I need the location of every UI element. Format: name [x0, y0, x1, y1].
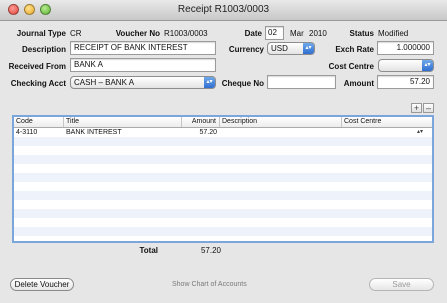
voucher-no-label: Voucher No [115, 29, 160, 38]
cheque-no-label: Cheque No [221, 79, 264, 88]
amount-field[interactable]: 57.20 [377, 75, 434, 89]
row-title: BANK INTEREST [66, 129, 122, 136]
row-code: 4-3110 [16, 129, 38, 136]
date-label: Date [244, 29, 262, 38]
show-chart-of-accounts-link[interactable]: Show Chart of Accounts [172, 281, 247, 288]
date-year: 2010 [309, 29, 327, 38]
table-row-empty [14, 155, 432, 164]
table-row-empty [14, 218, 432, 227]
cost-centre-popup[interactable]: ▴▾ [378, 59, 434, 72]
add-row-button[interactable]: + [411, 103, 422, 113]
table-header: Code Title Amount Description Cost Centr… [14, 117, 432, 128]
received-from-field[interactable]: BANK A [70, 58, 216, 72]
cheque-no-field[interactable] [267, 75, 336, 89]
description-label: Description [21, 45, 66, 54]
currency-value: USD [271, 44, 288, 53]
delete-voucher-button[interactable]: Delete Voucher [10, 278, 74, 291]
date-day-field[interactable]: 02 [265, 26, 284, 40]
received-from-label: Received From [8, 62, 66, 71]
journal-type-value: CR [70, 29, 82, 38]
table-row-empty [14, 209, 432, 218]
column-header-cost-centre[interactable]: Cost Centre [342, 117, 432, 127]
up-down-arrows-icon[interactable]: ▴▾ [417, 128, 423, 137]
table-row-empty [14, 227, 432, 236]
checking-acct-label: Checking Acct [10, 79, 66, 88]
column-header-amount[interactable]: Amount [182, 117, 220, 127]
checking-acct-popup[interactable]: CASH – BANK A ▴▾ [70, 76, 216, 89]
exch-rate-label: Exch Rate [335, 45, 374, 54]
title-bar: Receipt R1003/0003 [0, 0, 447, 21]
row-amount: 57.20 [199, 129, 217, 136]
table-row[interactable]: 4-3110 BANK INTEREST 57.20 ▴▾ [14, 128, 432, 137]
save-button[interactable]: Save [369, 278, 434, 291]
currency-popup[interactable]: USD ▴▾ [267, 42, 315, 55]
up-down-arrows-icon: ▴▾ [204, 77, 215, 88]
table-row-empty [14, 182, 432, 191]
table-row-empty [14, 164, 432, 173]
up-down-arrows-icon: ▴▾ [422, 60, 433, 71]
status-label: Status [349, 29, 374, 38]
journal-type-label: Journal Type [16, 29, 66, 38]
column-header-code[interactable]: Code [14, 117, 64, 127]
table-row-empty [14, 191, 432, 200]
status-value: Modified [378, 29, 409, 38]
table-body: 4-3110 BANK INTEREST 57.20 ▴▾ [14, 128, 432, 241]
window-title: Receipt R1003/0003 [177, 4, 270, 15]
table-row-empty [14, 173, 432, 182]
currency-label: Currency [228, 45, 264, 54]
amount-label: Amount [343, 79, 374, 88]
remove-row-button[interactable]: – [423, 103, 434, 113]
cost-centre-label: Cost Centre [328, 62, 374, 71]
description-field[interactable]: RECEIPT OF BANK INTEREST [70, 41, 216, 55]
column-header-description[interactable]: Description [220, 117, 342, 127]
receipt-window: Receipt R1003/0003 Journal Type CR Vouch… [0, 0, 447, 303]
table-row-empty [14, 137, 432, 146]
table-row-empty [14, 236, 432, 241]
table-row-empty [14, 200, 432, 209]
checking-acct-value: CASH – BANK A [74, 78, 135, 87]
total-label: Total [139, 246, 158, 255]
date-month: Mar [290, 29, 304, 38]
column-header-title[interactable]: Title [64, 117, 182, 127]
line-items-table: Code Title Amount Description Cost Centr… [12, 115, 434, 243]
up-down-arrows-icon: ▴▾ [303, 43, 314, 54]
voucher-no-value: R1003/0003 [164, 29, 208, 38]
total-value: 57.20 [200, 246, 221, 255]
table-row-empty [14, 146, 432, 155]
exch-rate-field[interactable]: 1.000000 [377, 41, 434, 55]
